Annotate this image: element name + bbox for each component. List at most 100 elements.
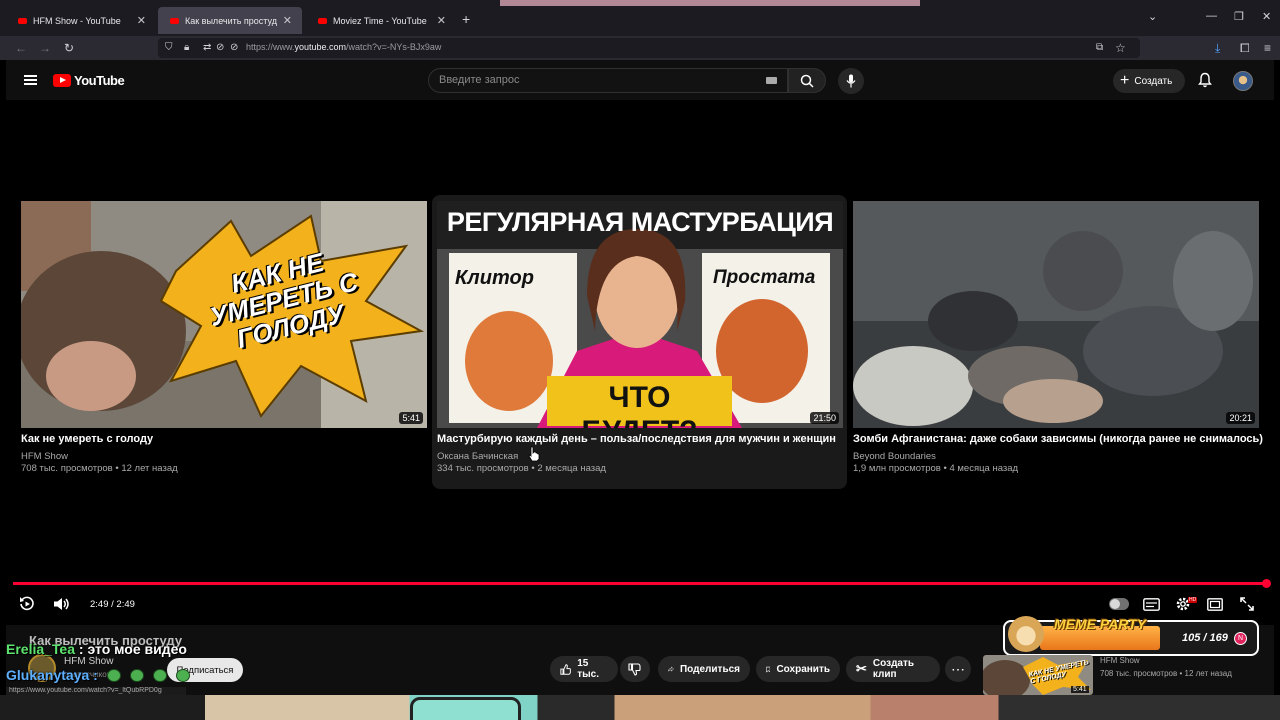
theater-mode-icon[interactable]: [1207, 598, 1223, 611]
related-video-thumbnail[interactable]: КАК НЕ УМЕРЕТЬ С ГОЛОДУ 5:41: [983, 655, 1093, 695]
close-tab-icon[interactable]: ✕: [137, 14, 146, 27]
time-display: 2:49 / 2:49: [90, 599, 135, 610]
url-text[interactable]: https://www.youtube.com/watch?v=-NYs-BJx…: [246, 42, 441, 52]
shield-icon[interactable]: ⛉: [165, 42, 173, 53]
view-count: 708 тыс. просмотров: [21, 463, 113, 474]
meme-party-count: 105 / 169: [1182, 632, 1228, 644]
duration-badge: 5:41: [399, 412, 423, 424]
chat-text: это мое видео: [87, 641, 187, 657]
thumbnail-image: [853, 201, 1259, 428]
search-button[interactable]: [788, 68, 826, 93]
hand-cursor-icon: [528, 446, 540, 462]
meme-party-badge-icon: N: [1234, 632, 1247, 645]
youtube-wordmark[interactable]: YouTube: [74, 73, 125, 88]
stream-overlay-artwork: [0, 695, 1280, 720]
more-actions-button[interactable]: ⋯: [945, 656, 971, 682]
link-status-url: https://www.youtube.com/watch?v=_ltQubRP…: [6, 687, 186, 695]
url-prefix: https://www.: [246, 42, 295, 52]
share-arrow-icon: [668, 666, 674, 672]
duration-badge: 20:21: [1226, 412, 1255, 424]
create-label: Создать: [1134, 75, 1173, 87]
close-tab-icon[interactable]: ✕: [437, 14, 446, 27]
video-title[interactable]: Как не умереть с голоду: [21, 433, 153, 445]
channel-name[interactable]: HFM Show: [21, 451, 68, 462]
search-input[interactable]: [439, 74, 759, 86]
hamburger-menu-icon[interactable]: [24, 75, 37, 85]
youtube-logo-icon[interactable]: [53, 74, 71, 87]
create-button[interactable]: + Создать: [1113, 69, 1185, 93]
reload-icon[interactable]: ↻: [64, 41, 74, 55]
channel-name[interactable]: Beyond Boundaries: [853, 451, 936, 462]
autoplay-toggle[interactable]: [1109, 598, 1129, 610]
close-window-icon[interactable]: ✕: [1262, 10, 1271, 23]
notifications-bell-icon[interactable]: [1198, 72, 1212, 88]
forward-arrow-icon[interactable]: →: [39, 41, 51, 55]
tab-list-chevron-icon[interactable]: ⌄: [1148, 10, 1157, 23]
like-button[interactable]: 15 тыс.: [550, 656, 618, 682]
screen: HFM Show - YouTube ✕ Как вылечить просту…: [0, 0, 1280, 720]
thumbs-up-icon: [560, 663, 571, 675]
microphone-icon: [846, 74, 856, 88]
extensions-icon[interactable]: ⧠: [1240, 41, 1250, 56]
frog-emote-icon: [106, 669, 121, 682]
browser-tab-active[interactable]: Как вылечить простуду - YouTube ✕: [158, 7, 302, 34]
dislike-button[interactable]: [620, 656, 650, 682]
camera-blocked-icon[interactable]: ⊘: [216, 42, 224, 53]
video-thumbnail[interactable]: КАК НЕ УМЕРЕТЬ С ГОЛОДУ 5:41: [21, 201, 427, 428]
chat-message: Erelia_Tea : это мое видео: [6, 641, 187, 657]
download-icon[interactable]: ⤓: [1215, 41, 1220, 56]
youtube-favicon-icon: [170, 17, 179, 24]
close-tab-icon[interactable]: ✕: [283, 14, 292, 27]
translate-icon[interactable]: ⧉: [1096, 42, 1103, 53]
fullscreen-icon[interactable]: [1240, 597, 1254, 611]
replay-icon[interactable]: [19, 596, 35, 612]
menu-icon[interactable]: ≡: [1264, 41, 1271, 55]
minimize-icon[interactable]: —: [1206, 10, 1217, 22]
permissions-icon[interactable]: ⇄: [203, 42, 211, 53]
url-path: /watch?v=-NYs-BJx9aw: [346, 42, 442, 52]
tab-title: Moviez Time - YouTube: [333, 15, 427, 26]
browser-tab[interactable]: Moviez Time - YouTube ✕: [306, 7, 456, 34]
clip-label: Создать клип: [872, 658, 915, 680]
related-channel-name[interactable]: HFM Show: [1100, 656, 1140, 665]
volume-icon[interactable]: [53, 597, 70, 611]
channel-name[interactable]: HFM Show: [64, 656, 113, 667]
save-button[interactable]: Сохранить: [756, 656, 840, 682]
restore-icon[interactable]: ❐: [1234, 10, 1244, 23]
channel-name[interactable]: Оксана Бачинская: [437, 451, 518, 462]
video-thumbnail[interactable]: РЕГУЛЯРНАЯ МАСТУРБАЦИЯ Клитор Простата Ч…: [437, 201, 843, 428]
keyboard-icon[interactable]: [766, 77, 777, 84]
save-label: Сохранить: [776, 663, 830, 675]
lock-icon[interactable]: 🔒︎: [184, 42, 189, 53]
video-meta: 1,9 млн просмотров • 4 месяца назад: [853, 463, 1019, 474]
thumbnail-text: Клитор: [455, 267, 534, 289]
new-tab-icon[interactable]: +: [462, 11, 470, 27]
doge-icon: [1008, 616, 1044, 652]
toggle-knob: [1110, 599, 1120, 609]
progress-bar[interactable]: [13, 582, 1267, 585]
share-label: Поделиться: [679, 663, 740, 675]
scissors-icon: ✂︎: [856, 661, 867, 676]
subtitles-icon[interactable]: [1143, 598, 1160, 611]
video-thumbnail[interactable]: 20:21: [853, 201, 1259, 428]
share-button[interactable]: Поделиться: [658, 656, 750, 682]
progress-scrubber[interactable]: [1262, 579, 1271, 588]
back-arrow-icon[interactable]: ←: [15, 41, 27, 55]
frog-emote-icon: [152, 669, 167, 682]
account-avatar[interactable]: [1233, 71, 1253, 91]
tab-title: Как вылечить простуду - YouTube: [185, 15, 277, 26]
url-host: youtube.com: [294, 42, 347, 52]
endscreen-video-card-hover[interactable]: РЕГУЛЯРНАЯ МАСТУРБАЦИЯ Клитор Простата Ч…: [432, 195, 847, 489]
desktop-wallpaper-strip: [500, 0, 920, 6]
voice-search-button[interactable]: [838, 68, 864, 94]
video-title[interactable]: Зомби Афганистана: даже собаки зависимы …: [853, 433, 1263, 445]
hd-badge: HD: [1188, 597, 1198, 603]
chat-separator: :: [75, 641, 88, 657]
clip-button[interactable]: ✂︎ Создать клип: [846, 656, 940, 682]
like-count: 15 тыс.: [577, 658, 599, 680]
video-title[interactable]: Мастурбирую каждый день – польза/последс…: [437, 433, 836, 445]
browser-tab[interactable]: HFM Show - YouTube ✕: [6, 7, 156, 34]
bookmark-star-icon[interactable]: ☆: [1115, 41, 1126, 55]
search-box[interactable]: [428, 68, 788, 93]
mic-blocked-icon[interactable]: ⊘: [230, 42, 238, 53]
